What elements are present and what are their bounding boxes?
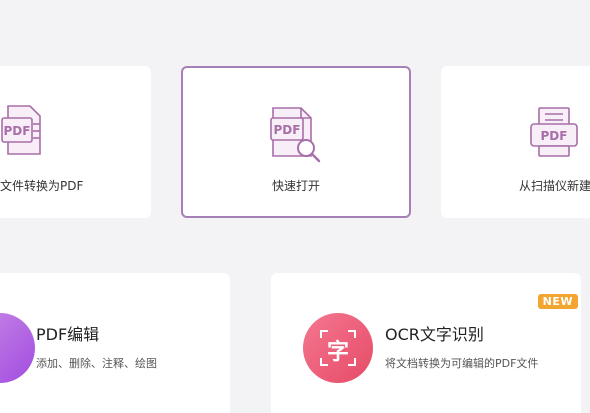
svg-text:PDF: PDF [274, 123, 301, 137]
ocr-glyph: 字 [326, 340, 349, 365]
pdf-search-icon: PDF [270, 107, 321, 163]
pdf-edit-description: 添加、删除、注释、绘图 [36, 357, 157, 370]
pdf-scanner-icon: PDF [530, 107, 578, 157]
new-badge: NEW [537, 294, 578, 309]
home-panel: PDF 文件转换为PDF PDF 快速打开 PDF 从扫描仪新建 PDF编辑 添… [0, 0, 590, 413]
ocr-card[interactable]: 字 OCR文字识别 将文档转换为可编辑的PDF文件 NEW [271, 273, 581, 413]
pdf-edit-card[interactable]: PDF编辑 添加、删除、注释、绘图 [0, 273, 230, 413]
svg-text:PDF: PDF [4, 124, 31, 138]
convert-to-pdf-label: 文件转换为PDF [0, 179, 84, 193]
pdf-edit-title: PDF编辑 [36, 325, 100, 344]
pdf-edit-icon [0, 313, 35, 383]
new-from-scanner-label: 从扫描仪新建 [519, 179, 590, 193]
ocr-icon: 字 [303, 313, 373, 383]
pdf-convert-icon: PDF [1, 105, 41, 155]
convert-to-pdf-card[interactable]: PDF 文件转换为PDF [0, 66, 151, 218]
svg-text:PDF: PDF [541, 129, 568, 143]
ocr-description: 将文档转换为可编辑的PDF文件 [385, 357, 539, 370]
new-from-scanner-card[interactable]: PDF 从扫描仪新建 [441, 66, 590, 218]
quick-open-label: 快速打开 [271, 179, 320, 193]
ocr-title: OCR文字识别 [385, 325, 484, 344]
quick-open-card[interactable]: PDF 快速打开 [181, 66, 411, 218]
